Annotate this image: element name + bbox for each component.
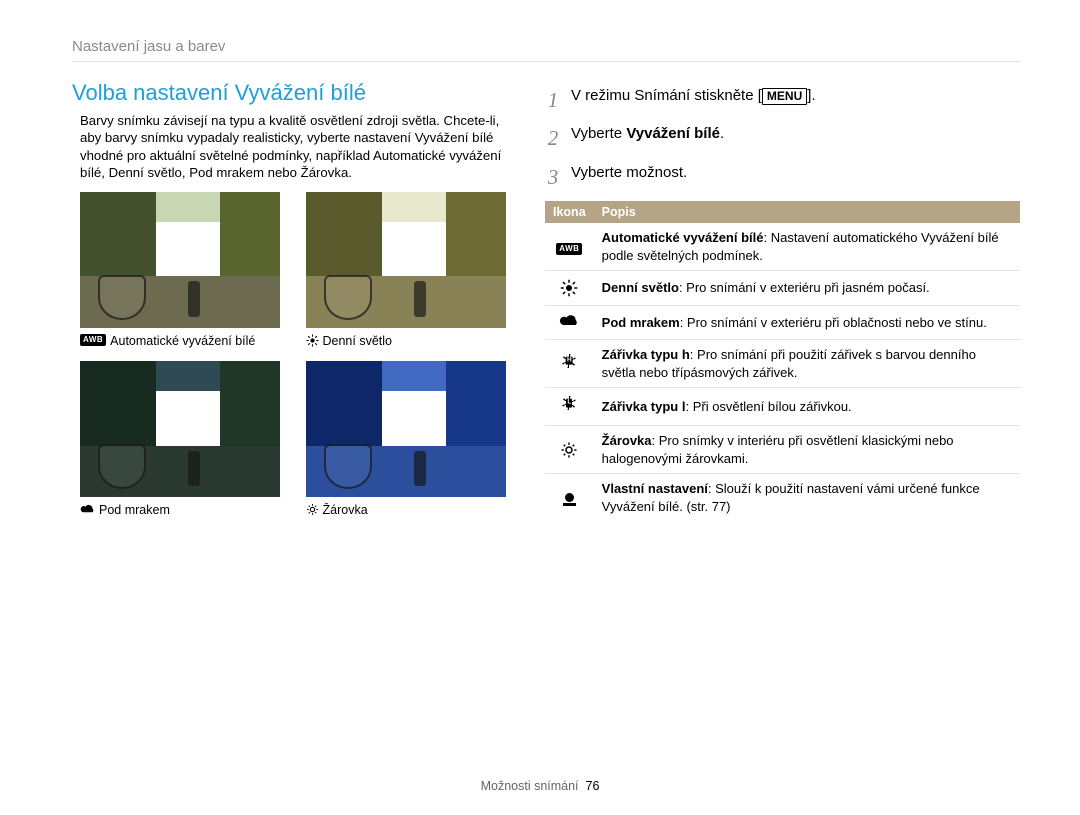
footer-page-number: 76: [586, 779, 600, 793]
table-row: Denní světlo: Pro snímání v exteriéru př…: [545, 271, 1020, 306]
page-footer: Možnosti snímání 76: [0, 779, 1080, 793]
row-custom-bold: Vlastní nastavení: [602, 481, 708, 496]
example-daylight: Denní světlo: [306, 192, 518, 350]
bulb-icon: [560, 441, 578, 459]
row-cloud-rest: : Pro snímání v exteriéru při oblačnosti…: [680, 315, 987, 330]
intro-paragraph: Barvy snímku závisejí na typu a kvalitě …: [72, 112, 517, 182]
step-2-text-b: .: [720, 125, 724, 142]
cloud-icon: [80, 503, 95, 514]
row-fll-bold: Zářivka typu l: [602, 399, 686, 414]
step-1-text-a: V režimu Snímání stiskněte: [571, 87, 758, 104]
col-desc: Popis: [594, 201, 1020, 223]
example-tungsten-label: Žárovka: [323, 503, 368, 519]
step-2-bold: Vyvážení bílé: [626, 125, 720, 142]
table-row: Pod mrakem: Pro snímání v exteriéru při …: [545, 305, 1020, 340]
example-cloudy-label: Pod mrakem: [99, 503, 170, 519]
col-icon: Ikona: [545, 201, 594, 223]
row-sun-rest: : Pro snímání v exteriéru při jasném poč…: [679, 280, 930, 295]
step-1-text-b: .: [811, 87, 815, 104]
example-awb: AWB Automatické vyvážení bílé: [80, 192, 292, 350]
fluorescent-h-icon: [560, 352, 578, 370]
sun-icon: [560, 279, 578, 297]
sun-icon: [306, 334, 319, 347]
step-3-text: Vyberte možnost.: [571, 163, 687, 191]
step-2: Vyberte Vyvážení bílé.: [545, 124, 1020, 152]
example-daylight-image: [306, 192, 506, 328]
table-row: Vlastní nastavení: Slouží k použití nast…: [545, 474, 1020, 522]
breadcrumb: Nastavení jasu a barev: [72, 38, 1020, 62]
row-awb-bold: Automatické vyvážení bílé: [602, 230, 764, 245]
footer-section: Možnosti snímání: [481, 779, 579, 793]
row-flh-bold: Zářivka typu h: [602, 347, 690, 362]
bulb-icon: [306, 503, 319, 516]
fluorescent-l-icon: [560, 394, 578, 412]
step-2-text-a: Vyberte: [571, 125, 626, 142]
example-daylight-label: Denní světlo: [323, 334, 392, 350]
example-tungsten: Žárovka: [306, 361, 518, 519]
wb-examples-grid: AWB Automatické vyvážení bílé Denní svět…: [72, 192, 517, 519]
wb-options-table: Ikona Popis AWB Automatické vyvážení bíl…: [545, 201, 1020, 521]
step-1: V režimu Snímání stiskněte [MENU].: [545, 86, 1020, 114]
table-row: Žárovka: Pro snímky v interiéru při osvě…: [545, 426, 1020, 474]
cloud-icon: [559, 313, 579, 327]
example-tungsten-image: [306, 361, 506, 497]
row-fll-rest: : Při osvětlení bílou zářivkou.: [685, 399, 851, 414]
table-row: Zářivka typu l: Při osvětlení bílou záři…: [545, 388, 1020, 426]
table-row: AWB Automatické vyvážení bílé: Nastavení…: [545, 223, 1020, 271]
example-cloudy: Pod mrakem: [80, 361, 292, 519]
row-sun-bold: Denní světlo: [602, 280, 679, 295]
steps-list: V režimu Snímání stiskněte [MENU]. Vyber…: [545, 86, 1020, 191]
row-bulb-rest: : Pro snímky v interiéru při osvětlení k…: [602, 433, 954, 466]
example-cloudy-image: [80, 361, 280, 497]
awb-icon: AWB: [556, 243, 582, 255]
example-awb-image: [80, 192, 280, 328]
example-awb-label: Automatické vyvážení bílé: [110, 334, 255, 350]
custom-wb-icon: [563, 493, 576, 506]
step-3: Vyberte možnost.: [545, 163, 1020, 191]
row-bulb-bold: Žárovka: [602, 433, 652, 448]
menu-button-label: MENU: [762, 88, 807, 105]
awb-icon: AWB: [80, 334, 106, 346]
table-row: Zářivka typu h: Pro snímání při použití …: [545, 340, 1020, 388]
page-title: Volba nastavení Vyvážení bílé: [72, 80, 517, 106]
row-cloud-bold: Pod mrakem: [602, 315, 680, 330]
